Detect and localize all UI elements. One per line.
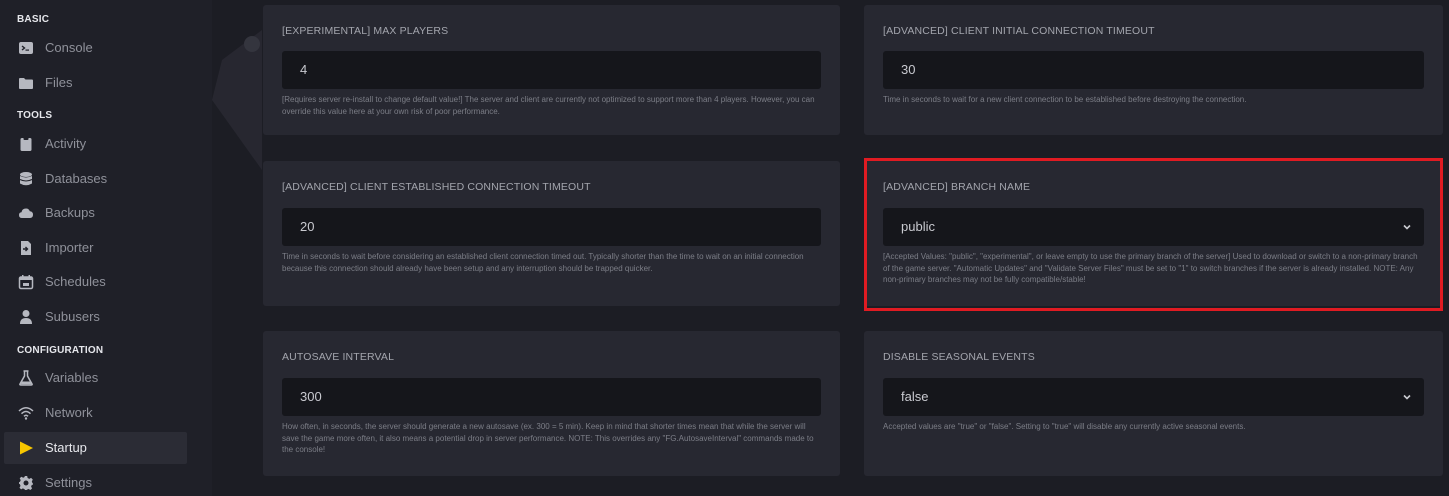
sidebar-item-label: Subusers [45,309,100,324]
variable-title: [ADVANCED] CLIENT INITIAL CONNECTION TIM… [883,25,1155,37]
variable-description: Accepted values are "true" or "false". S… [883,422,1246,431]
sidebar-item-label: Backups [45,205,95,220]
section-basic: BASIC [17,14,50,25]
variable-card-disable-seasonal-events: DISABLE SEASONAL EVENTS false Accepted v… [864,331,1443,476]
folder-icon [19,78,33,89]
cloud-icon [19,208,33,218]
select-value: false [901,389,929,404]
max-players-input[interactable]: 4 [282,51,821,89]
database-icon [19,172,33,186]
input-value: 300 [300,389,322,404]
sidebar-item-label: Variables [45,370,99,385]
variable-title: [ADVANCED] CLIENT ESTABLISHED CONNECTION… [282,181,591,193]
sidebar-item-label: Importer [45,240,94,255]
variable-description: Time in seconds to wait before consideri… [282,252,804,273]
sidebar-item-label: Schedules [45,274,106,289]
input-value: 30 [901,62,916,77]
section-tools: TOOLS [17,110,53,121]
variable-description: Time in seconds to wait for a new client… [883,95,1247,104]
chevron-down-icon [1403,394,1411,400]
play-icon [20,441,33,455]
autosave-interval-input[interactable]: 300 [282,378,821,416]
clipboard-icon [20,137,32,151]
variable-title: AUTOSAVE INTERVAL [282,351,395,363]
variable-title: [EXPERIMENTAL] MAX PLAYERS [282,25,449,37]
file-import-icon [21,241,31,255]
sidebar-item-settings[interactable]: Settings [4,467,187,496]
calendar-icon [18,275,34,290]
variable-description: [Requires server re-install to change de… [282,95,815,116]
sidebar-item-startup[interactable]: Startup [4,432,187,464]
sidebar-item-label: Network [45,405,93,420]
variable-title: DISABLE SEASONAL EVENTS [883,351,1035,363]
background-decoration [212,30,262,170]
sidebar-item-subusers[interactable]: Subusers [4,301,187,333]
sidebar: BASIC Console Files TOOLS Activity Datab… [0,0,212,496]
sidebar-item-label: Settings [45,475,92,490]
sidebar-item-variables[interactable]: Variables [4,362,187,394]
section-configuration: CONFIGURATION [17,345,104,356]
wifi-icon [18,407,34,420]
variable-card-autosave-interval: AUTOSAVE INTERVAL 300 How often, in seco… [263,331,840,476]
client-established-timeout-input[interactable]: 20 [282,208,821,246]
sidebar-item-label: Console [45,40,93,55]
terminal-icon [19,42,33,54]
sidebar-item-console[interactable]: Console [4,32,187,64]
sidebar-item-label: Databases [45,171,108,186]
sidebar-item-databases[interactable]: Databases [4,163,187,195]
sidebar-item-backups[interactable]: Backups [4,197,187,229]
user-icon [20,310,32,324]
highlight-box [864,158,1443,311]
input-value: 4 [300,62,308,77]
flask-icon [19,370,33,386]
sidebar-item-importer[interactable]: Importer [4,232,187,264]
variable-card-client-established-timeout: [ADVANCED] CLIENT ESTABLISHED CONNECTION… [263,161,840,306]
variable-card-max-players: [EXPERIMENTAL] MAX PLAYERS 4 [Requires s… [263,5,840,135]
gear-icon [19,476,33,490]
input-value: 20 [300,219,315,234]
sidebar-item-files[interactable]: Files [4,67,187,99]
sidebar-item-label: Startup [45,440,87,455]
disable-seasonal-events-select[interactable]: false [883,378,1424,416]
sidebar-item-schedules[interactable]: Schedules [4,266,187,298]
sidebar-item-label: Files [45,75,73,90]
sidebar-item-label: Activity [45,136,87,151]
variable-description: How often, in seconds, the server should… [282,422,814,454]
variable-card-client-initial-timeout: [ADVANCED] CLIENT INITIAL CONNECTION TIM… [864,5,1443,135]
sidebar-item-activity[interactable]: Activity [4,128,187,160]
client-initial-timeout-input[interactable]: 30 [883,51,1424,89]
sidebar-item-network[interactable]: Network [4,397,187,429]
